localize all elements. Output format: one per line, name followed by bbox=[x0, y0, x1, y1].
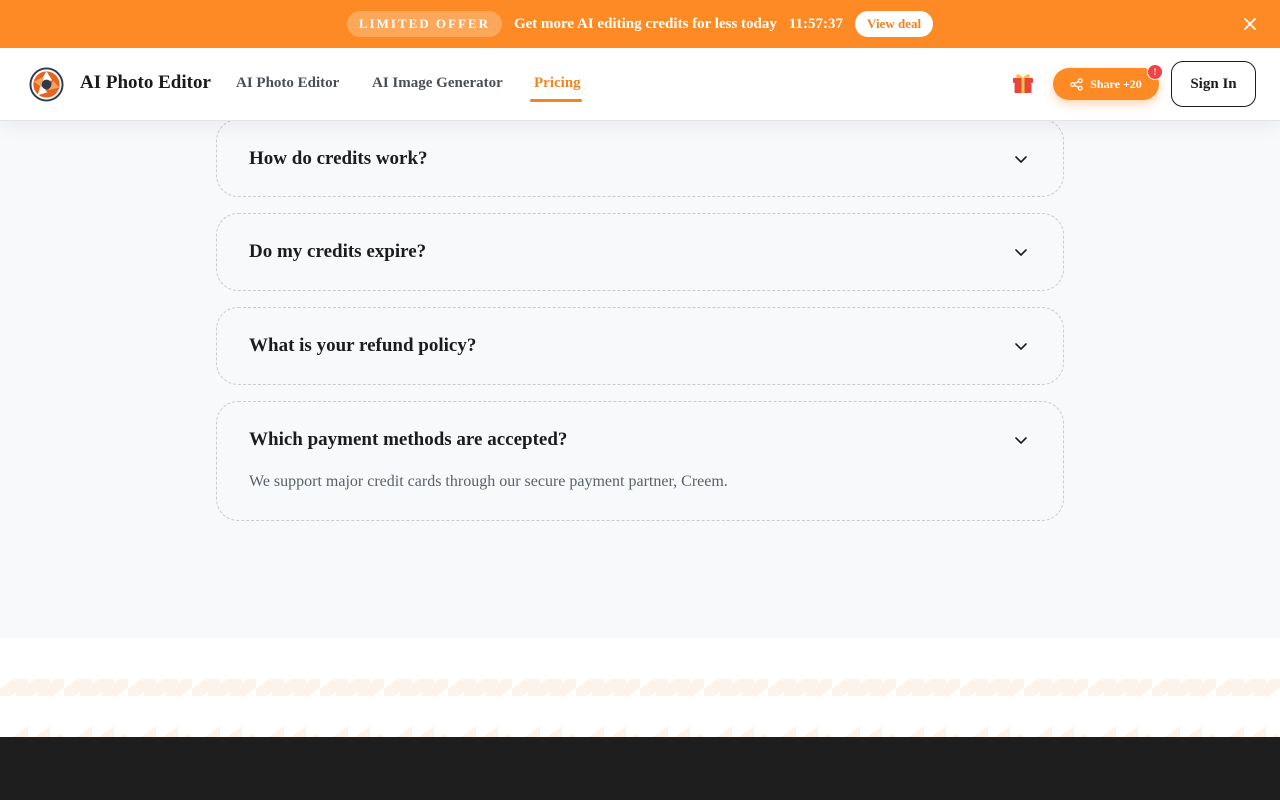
pattern-band bbox=[0, 638, 1280, 737]
chevron-down-icon bbox=[1015, 343, 1027, 350]
decorative-pattern bbox=[0, 679, 1280, 737]
faq-item[interactable]: Do my credits expire? bbox=[216, 213, 1064, 291]
limited-offer-badge: LIMITED OFFER bbox=[346, 11, 502, 37]
footer bbox=[0, 737, 1280, 800]
active-nav-indicator bbox=[530, 99, 582, 102]
notification-badge: ! bbox=[1147, 64, 1163, 80]
countdown-timer: 11:57:37 bbox=[788, 15, 844, 32]
faq-question: What is your refund policy? bbox=[249, 335, 477, 356]
faq-answer: We support major credit cards through ou… bbox=[249, 473, 728, 490]
share-icon bbox=[1070, 77, 1083, 91]
faq-question: Do my credits expire? bbox=[249, 241, 427, 262]
nav-ai-image-generator[interactable]: AI Image Generator bbox=[372, 75, 503, 92]
logo-icon[interactable] bbox=[29, 67, 64, 102]
faq-question: Which payment methods are accepted? bbox=[249, 429, 568, 450]
faq-item[interactable]: What is your refund policy? bbox=[216, 307, 1064, 385]
faq-item[interactable]: How do credits work? bbox=[216, 119, 1064, 197]
share-label: Share +20 bbox=[1090, 76, 1142, 91]
sign-in-button[interactable]: Sign In bbox=[1171, 61, 1256, 107]
view-deal-button[interactable]: View deal bbox=[855, 11, 934, 37]
share-button[interactable]: Share +20 bbox=[1053, 68, 1159, 100]
chevron-down-icon bbox=[1015, 249, 1027, 256]
promo-banner: LIMITED OFFER Get more AI editing credit… bbox=[0, 0, 1280, 48]
promo-content: LIMITED OFFER Get more AI editing credit… bbox=[346, 11, 934, 37]
chevron-down-icon bbox=[1015, 437, 1027, 444]
nav-pricing[interactable]: Pricing bbox=[534, 75, 581, 92]
brand-name[interactable]: AI Photo Editor bbox=[80, 72, 211, 94]
faq-item-expanded[interactable]: Which payment methods are accepted? We s… bbox=[216, 401, 1064, 521]
faq-question: How do credits work? bbox=[249, 148, 428, 169]
gift-icon[interactable] bbox=[1010, 69, 1036, 95]
promo-text: Get more AI editing credits for less tod… bbox=[513, 15, 777, 32]
nav-ai-photo-editor[interactable]: AI Photo Editor bbox=[236, 75, 339, 92]
site-header: AI Photo Editor AI Photo Editor AI Image… bbox=[0, 48, 1280, 121]
close-icon[interactable] bbox=[1240, 14, 1260, 34]
chevron-down-icon bbox=[1015, 156, 1027, 163]
